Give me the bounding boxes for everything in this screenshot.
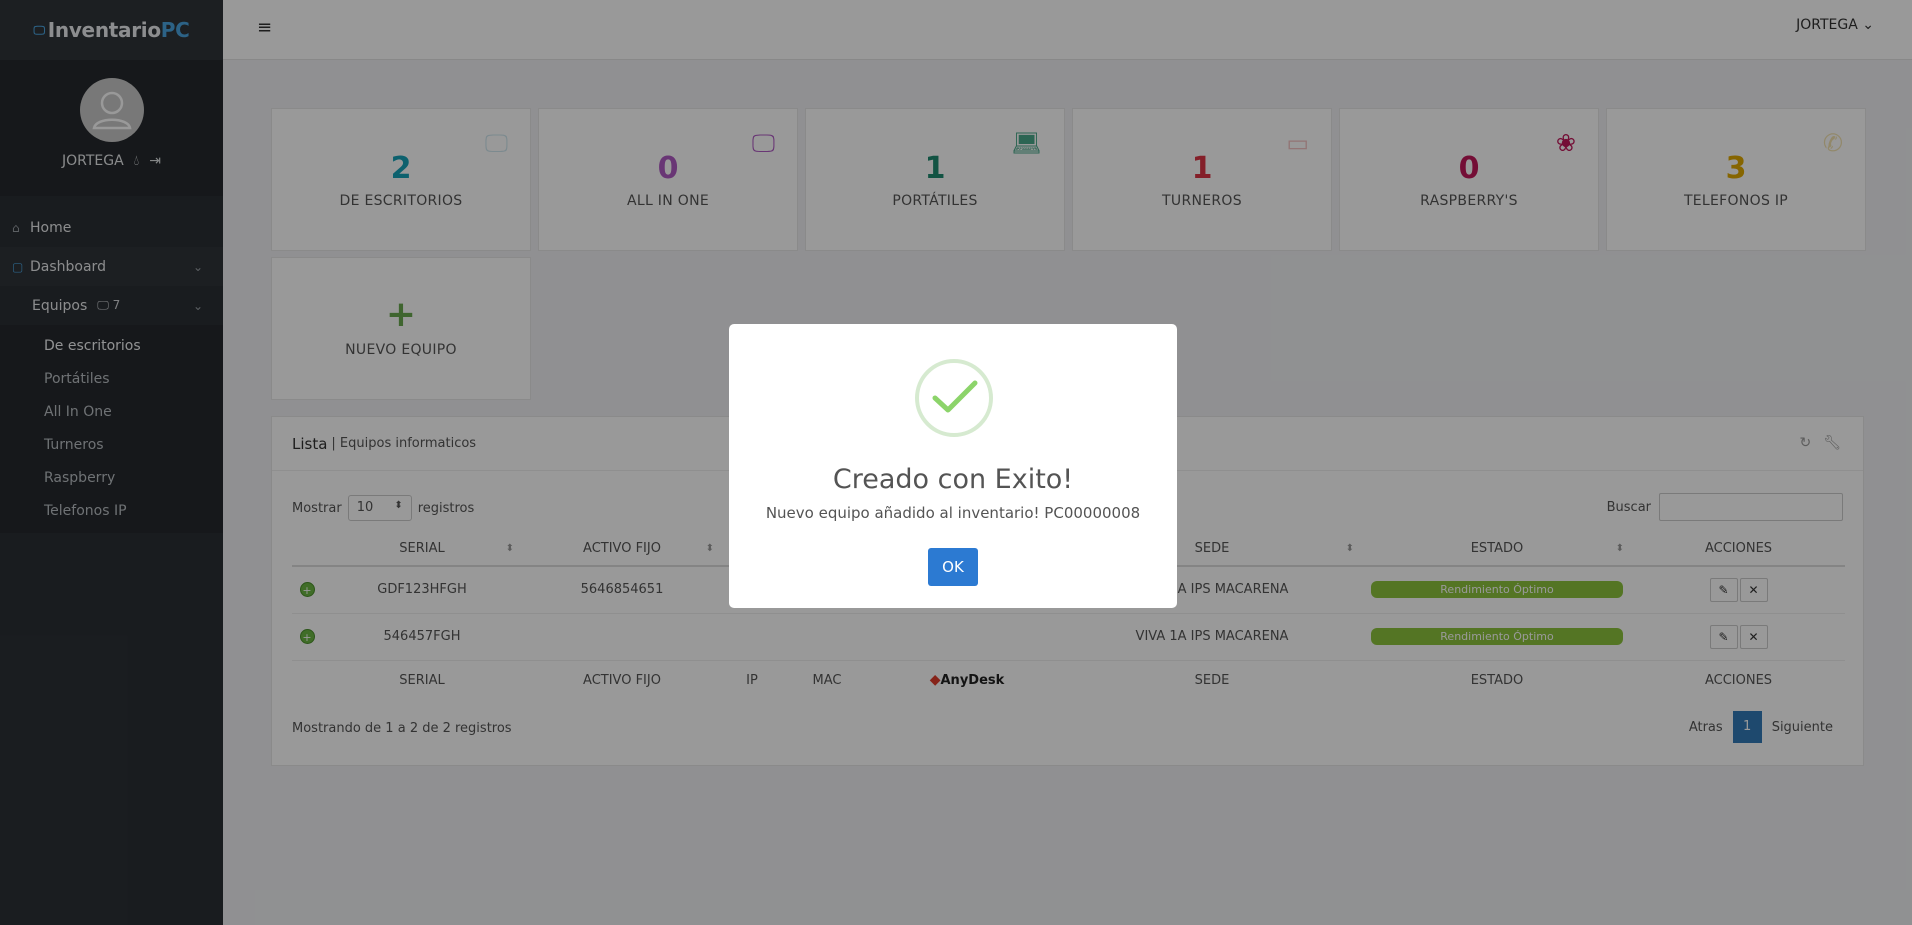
success-dialog: Creado con Exito! Nuevo equipo añadido a… <box>729 324 1177 608</box>
success-check-icon <box>915 359 993 437</box>
ok-button[interactable]: OK <box>928 548 978 586</box>
dialog-message: Nuevo equipo añadido al inventario! PC00… <box>765 504 1141 522</box>
dialog-title: Creado con Exito! <box>832 464 1074 495</box>
